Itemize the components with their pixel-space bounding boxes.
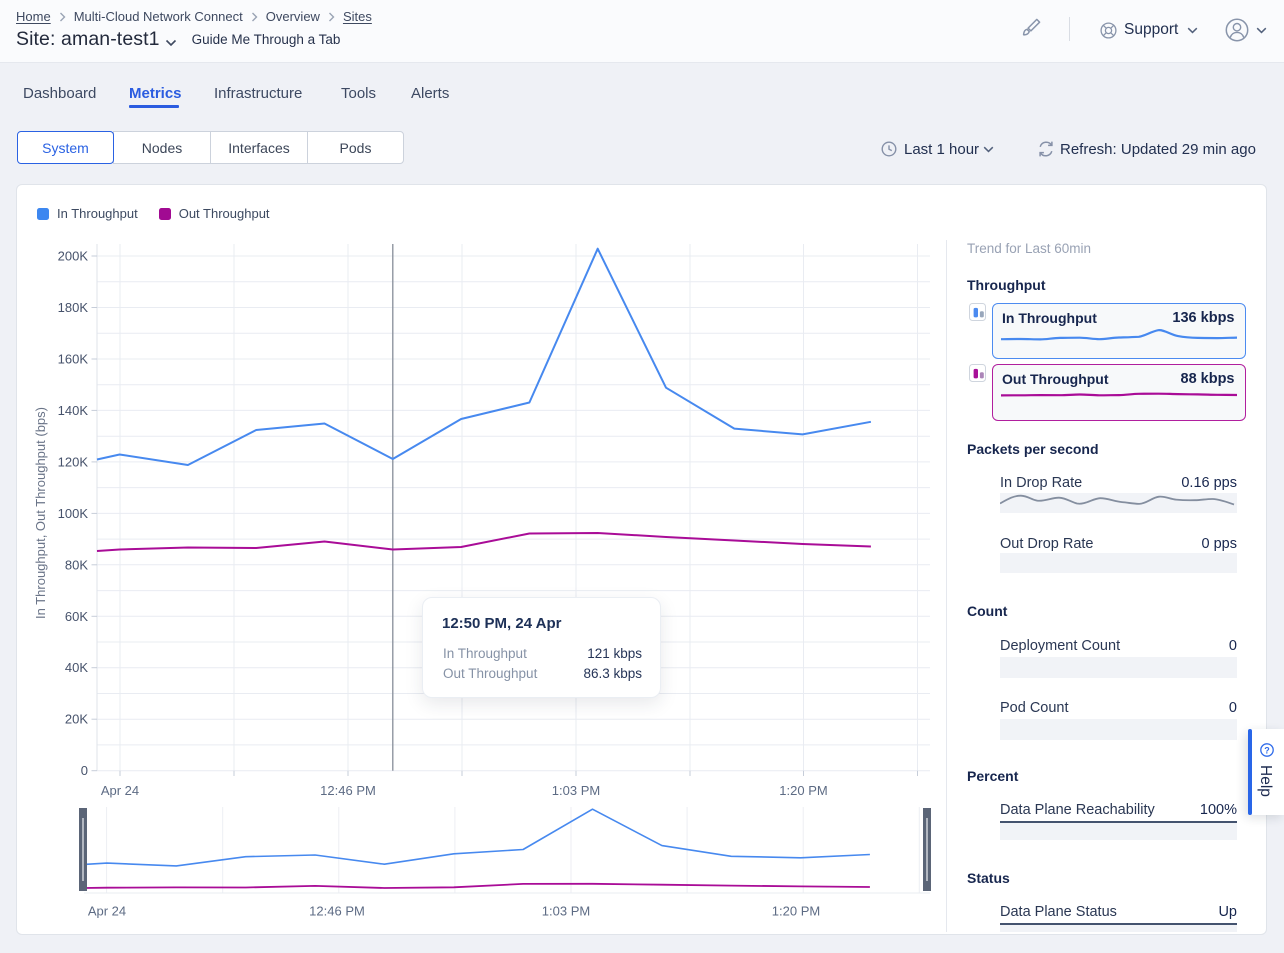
svg-text:100K: 100K [58,506,89,521]
svg-text:140K: 140K [58,403,89,418]
svg-text:12:46 PM: 12:46 PM [309,904,365,919]
svg-text:1:20 PM: 1:20 PM [772,904,820,919]
svg-text:20K: 20K [65,712,88,727]
svg-text:Apr 24: Apr 24 [101,783,139,798]
svg-text:160K: 160K [58,352,89,367]
svg-text:60K: 60K [65,609,88,624]
svg-text:12:46 PM: 12:46 PM [320,783,376,798]
svg-text:180K: 180K [58,300,89,315]
svg-text:1:03 PM: 1:03 PM [552,783,600,798]
svg-text:1:03 PM: 1:03 PM [542,904,590,919]
svg-text:1:20 PM: 1:20 PM [779,783,827,798]
svg-text:In Throughput, Out Throughput: In Throughput, Out Throughput (bps) [33,407,48,619]
svg-text:80K: 80K [65,557,88,572]
svg-text:0: 0 [81,763,88,778]
svg-text:?: ? [1264,745,1270,755]
svg-text:Apr 24: Apr 24 [88,904,126,919]
svg-text:40K: 40K [65,660,88,675]
svg-text:120K: 120K [58,454,89,469]
svg-text:200K: 200K [58,249,89,264]
